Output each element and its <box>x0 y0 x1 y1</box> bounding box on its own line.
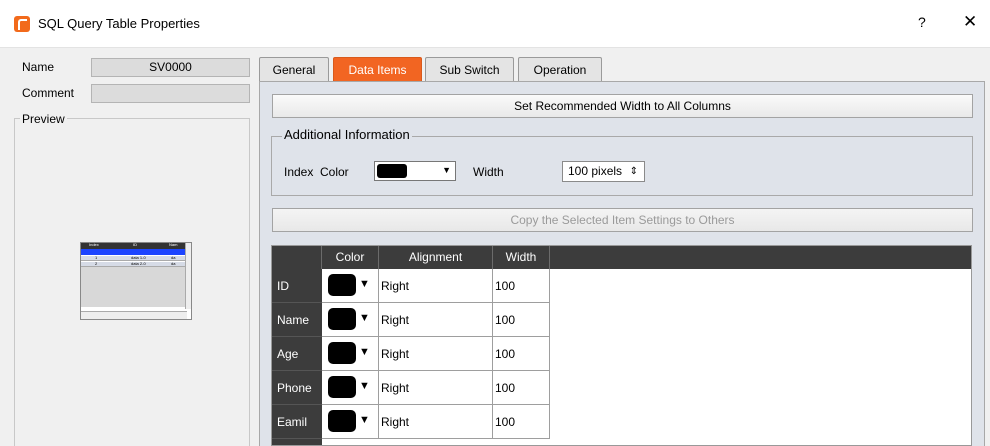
mini-cell: 2 <box>95 261 98 266</box>
window-title: SQL Query Table Properties <box>38 16 200 31</box>
width-cell[interactable]: 100 <box>493 269 550 303</box>
mini-cell: data 1-0 <box>131 255 146 260</box>
grid-corner <box>272 246 322 269</box>
width-cell[interactable]: 100 <box>493 405 550 439</box>
mini-header-name: Nam <box>169 242 178 247</box>
mini-empty-area <box>81 267 187 307</box>
width-cell[interactable]: 100 <box>493 371 550 405</box>
row-header-phone[interactable]: Phone <box>272 371 322 405</box>
mini-vertical-scrollbar <box>185 243 191 309</box>
copy-settings-button[interactable]: Copy the Selected Item Settings to Other… <box>272 208 973 232</box>
comment-field[interactable] <box>91 84 250 103</box>
color-cell[interactable]: ▼ <box>322 371 379 405</box>
tab-sub-switch[interactable]: Sub Switch <box>425 57 514 81</box>
mini-cell: da <box>171 261 176 266</box>
grid-header: Color Alignment Width <box>272 246 971 269</box>
index-label: Index <box>284 165 314 179</box>
help-button[interactable]: ? <box>918 14 926 30</box>
alignment-cell[interactable]: Right <box>379 371 493 405</box>
color-cell[interactable]: ▼ <box>322 405 379 439</box>
mini-cell: 1 <box>95 255 98 260</box>
set-recommended-width-button[interactable]: Set Recommended Width to All Columns <box>272 94 973 118</box>
row-header-age[interactable]: Age <box>272 337 322 371</box>
color-swatch <box>328 274 356 296</box>
color-cell[interactable]: ▼ <box>322 269 379 303</box>
alignment-cell[interactable]: Right <box>379 337 493 371</box>
dropdown-arrow-icon[interactable]: ▼ <box>359 346 370 358</box>
column-header-width[interactable]: Width <box>493 246 550 269</box>
name-field[interactable]: SV0000 <box>91 58 250 77</box>
color-cell[interactable]: ▼ <box>322 337 379 371</box>
dropdown-arrow-icon[interactable]: ▼ <box>359 312 370 324</box>
tab-operation[interactable]: Operation <box>518 57 602 81</box>
width-label: Width <box>473 165 504 179</box>
row-header-extra <box>272 439 322 445</box>
width-spinner[interactable]: 100 pixels ⇕ <box>562 161 645 182</box>
color-swatch <box>328 308 356 330</box>
name-label: Name <box>22 60 55 74</box>
color-swatch <box>328 410 356 432</box>
alignment-cell[interactable]: Right <box>379 269 493 303</box>
index-color-picker[interactable] <box>374 161 456 181</box>
width-cell[interactable]: 100 <box>493 303 550 337</box>
preview-label: Preview <box>20 112 67 126</box>
tab-general[interactable]: General <box>259 57 329 81</box>
spinner-arrows-icon[interactable]: ⇕ <box>630 162 638 181</box>
mini-header-index: Index <box>89 242 99 247</box>
comment-label: Comment <box>22 86 75 100</box>
width-cell[interactable]: 100 <box>493 337 550 371</box>
title-bar: SQL Query Table Properties ? ✕ <box>0 0 990 48</box>
color-cell[interactable]: ▼ <box>322 303 379 337</box>
mini-cell: data 2-0 <box>131 261 146 266</box>
color-label: Color <box>320 165 349 179</box>
row-header-email[interactable]: Eamil <box>272 405 322 439</box>
dropdown-arrow-icon[interactable]: ▼ <box>359 414 370 426</box>
table-preview-thumbnail: Index ID Nam 1 data 1-0 da 2 data 2-0 da <box>80 242 192 320</box>
row-header-name[interactable]: Name <box>272 303 322 337</box>
row-header-id[interactable]: ID <box>272 269 322 303</box>
column-header-color[interactable]: Color <box>322 246 379 269</box>
close-button[interactable]: ✕ <box>963 12 977 32</box>
mini-horizontal-scrollbar <box>81 311 187 319</box>
alignment-cell[interactable]: Right <box>379 405 493 439</box>
width-spinner-value: 100 pixels <box>568 164 623 178</box>
column-header-alignment[interactable]: Alignment <box>379 246 493 269</box>
data-items-grid: Color Alignment Width ID ▼ Right 100 Nam… <box>271 245 972 446</box>
tab-data-items[interactable]: Data Items <box>333 57 422 82</box>
additional-info-label: Additional Information <box>282 127 412 142</box>
mini-cell: da <box>171 255 176 260</box>
mini-header-id: ID <box>133 242 137 247</box>
alignment-cell[interactable]: Right <box>379 303 493 337</box>
color-swatch <box>328 376 356 398</box>
dropdown-arrow-icon[interactable]: ▼ <box>359 278 370 290</box>
app-icon <box>14 16 30 32</box>
color-swatch <box>328 342 356 364</box>
dropdown-arrow-icon[interactable]: ▼ <box>359 380 370 392</box>
